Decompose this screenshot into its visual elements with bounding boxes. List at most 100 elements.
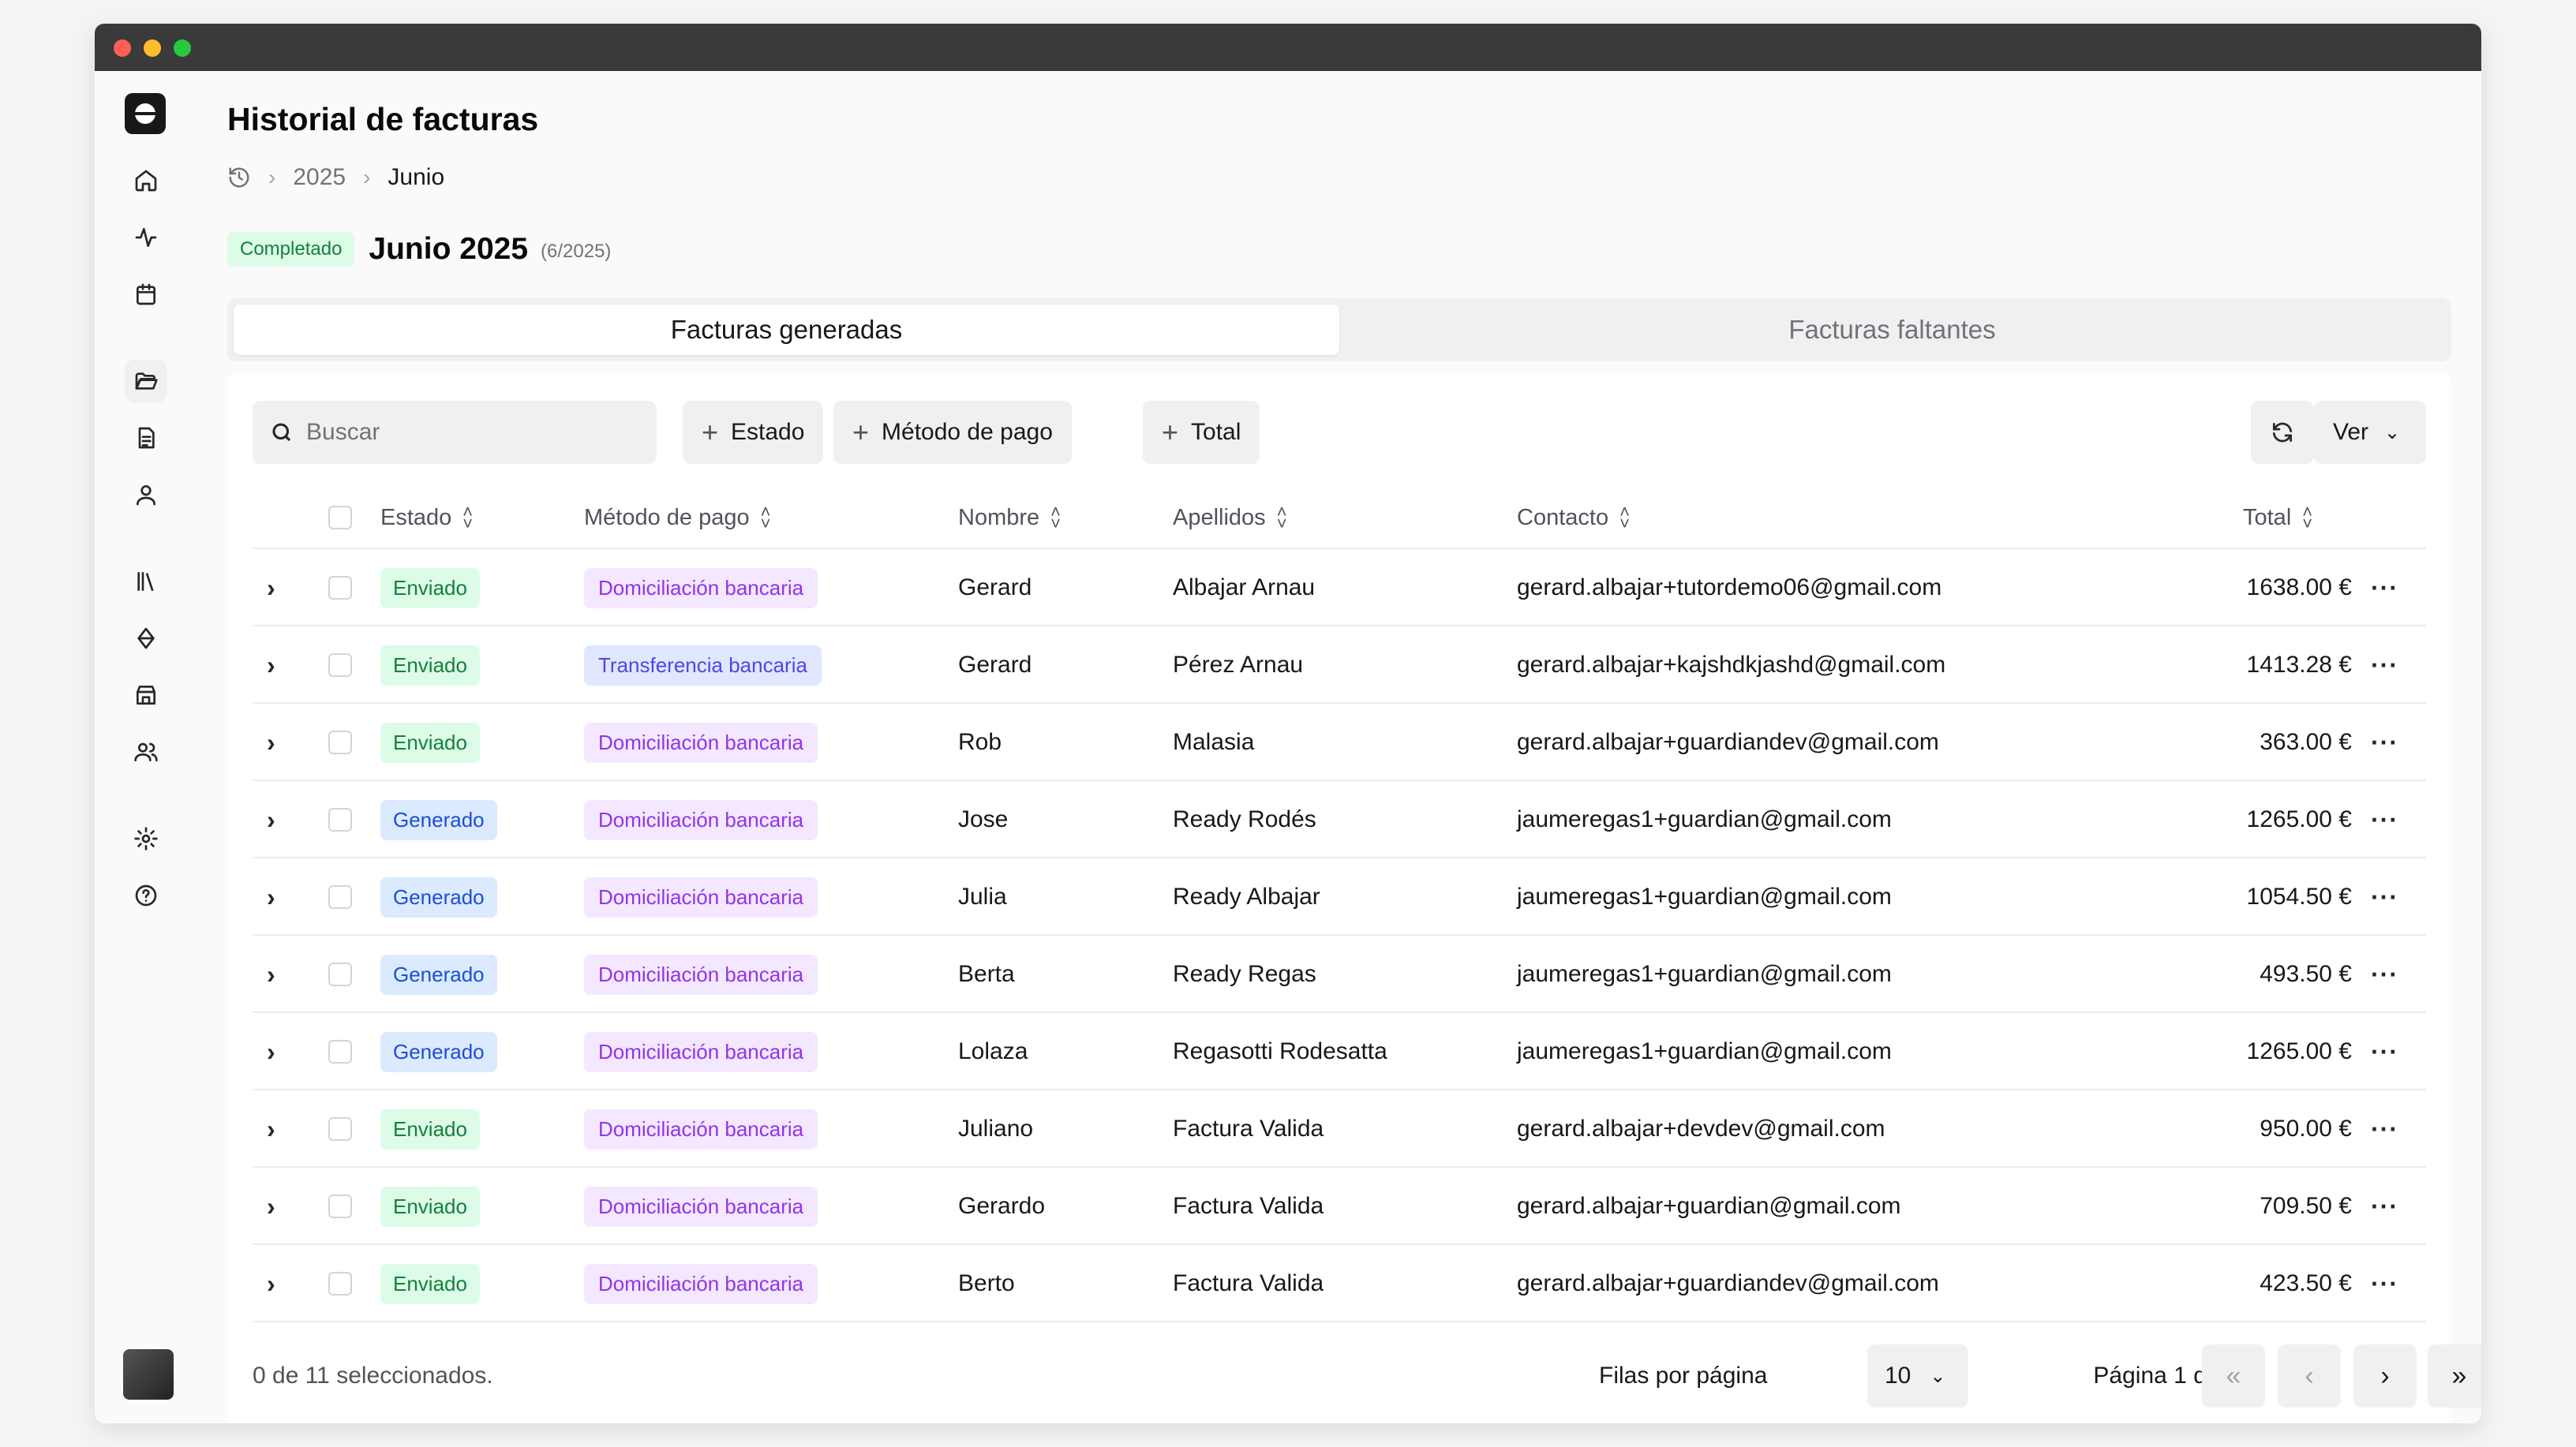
tab-facturas-faltantes[interactable]: Facturas faltantes [1339,305,2445,355]
previous-page-button[interactable]: ‹ [2278,1344,2341,1408]
estado-cell: Enviado [380,704,480,781]
column-header-metodo[interactable]: Método de pago ˄ ˅ [584,486,770,549]
select-all-checkbox[interactable] [328,506,352,529]
table-row[interactable]: › Enviado Domiciliación bancaria Juliano Fac… [253,1090,2426,1168]
app-body: Historial de facturas › 2025 › Junio Com… [95,71,2481,1423]
rows-per-page-select[interactable]: 10 ⌄ [1867,1344,1968,1408]
table-row[interactable]: › Enviado Domiciliación bancaria Gerardo Fac… [253,1168,2426,1245]
table-toolbar: Buscar + Estado + Método de pago + Total [253,401,2426,464]
table-row[interactable]: › Generado Domiciliación bancaria Jose Ready… [253,781,2426,858]
users-icon[interactable] [125,731,167,773]
settings-icon[interactable] [125,817,167,860]
row-actions-button[interactable]: ··· [2371,936,2398,1013]
status-badge: Completado [227,232,355,267]
table-row[interactable]: › Generado Domiciliación bancaria Berta Read… [253,936,2426,1013]
activity-icon[interactable] [125,216,167,259]
table-row[interactable]: › Enviado Domiciliación bancaria Rob Malasia… [253,704,2426,781]
column-header-total[interactable]: Total ˄ ˅ [2243,486,2312,549]
column-header-nombre[interactable]: Nombre ˄ ˅ [958,486,1061,549]
expand-row-button[interactable]: › [267,1168,275,1245]
user-icon[interactable] [125,473,167,516]
expand-row-button[interactable]: › [267,626,275,704]
row-actions-button[interactable]: ··· [2371,1168,2398,1245]
close-window-button[interactable] [114,39,131,57]
chevron-right-icon: › [267,882,275,911]
status-badge: Enviado [380,1186,480,1227]
title-bar [95,24,2481,71]
filter-metodo-button[interactable]: + Método de pago [833,401,1072,464]
next-page-button[interactable]: › [2353,1344,2417,1408]
row-checkbox[interactable] [328,885,352,909]
table-row[interactable]: › Enviado Domiciliación bancaria Berto Factu… [253,1245,2426,1322]
payment-method-badge: Transferencia bancaria [584,645,822,686]
file-text-icon[interactable] [125,417,167,459]
minimize-window-button[interactable] [144,39,161,57]
row-checkbox[interactable] [328,653,352,677]
maximize-window-button[interactable] [174,39,191,57]
expand-row-button[interactable]: › [267,1013,275,1090]
expand-row-button[interactable]: › [267,1245,275,1322]
breadcrumb-year[interactable]: 2025 [293,164,346,191]
view-options-button[interactable]: Ver ⌄ [2314,401,2426,464]
sort-icon: ˄ ˅ [2302,501,2313,533]
expand-row-button[interactable]: › [267,858,275,936]
logo-icon[interactable] [125,93,166,134]
table-row[interactable]: › Generado Domiciliación bancaria Lolaza Reg… [253,1013,2426,1090]
expand-row-button[interactable]: › [267,936,275,1013]
expand-row-button[interactable]: › [267,704,275,781]
refresh-button[interactable] [2251,401,2314,464]
table-row[interactable]: › Generado Domiciliación bancaria Julia Read… [253,858,2426,936]
row-checkbox[interactable] [328,1272,352,1296]
row-actions-button[interactable]: ··· [2371,1013,2398,1090]
expand-row-button[interactable]: › [267,781,275,858]
table-row[interactable]: › Enviado Domiciliación bancaria Gerard Alba… [253,549,2426,626]
filter-total-button[interactable]: + Total [1143,401,1260,464]
column-header-estado[interactable]: Estado ˄ ˅ [380,486,473,549]
last-page-button[interactable]: » [2428,1344,2481,1408]
expand-row-button[interactable]: › [267,549,275,626]
row-actions-button[interactable]: ··· [2371,858,2398,936]
folder-open-icon[interactable] [125,360,167,402]
metodo-cell: Transferencia bancaria [584,626,822,704]
plus-icon: + [1162,416,1179,448]
row-actions-button[interactable]: ··· [2371,1090,2398,1168]
estado-cell: Generado [380,781,497,858]
tab-facturas-generadas[interactable]: Facturas generadas [234,305,1339,355]
filter-estado-button[interactable]: + Estado [683,401,824,464]
first-page-button[interactable]: « [2202,1344,2265,1408]
row-actions-button[interactable]: ··· [2371,781,2398,858]
select-all-cell [328,486,352,549]
total-cell: 1265.00 € [2246,806,2352,832]
row-checkbox[interactable] [328,963,352,986]
column-header-contacto[interactable]: Contacto ˄ ˅ [1517,486,1630,549]
contrast-drop-icon[interactable] [125,617,167,660]
chevron-left-icon: ‹ [2305,1360,2314,1391]
history-icon[interactable] [227,166,251,189]
home-icon[interactable] [125,159,167,202]
chevron-right-icon: › [267,1269,275,1298]
row-checkbox[interactable] [328,1195,352,1218]
table-body: › Enviado Domiciliación bancaria Gerard Alba… [253,549,2426,1322]
row-checkbox[interactable] [328,1040,352,1064]
column-header-apellidos[interactable]: Apellidos ˄ ˅ [1173,486,1287,549]
row-actions-button[interactable]: ··· [2371,549,2398,626]
row-actions-button[interactable]: ··· [2371,704,2398,781]
row-checkbox[interactable] [328,576,352,600]
store-icon[interactable] [125,674,167,716]
row-checkbox[interactable] [328,731,352,754]
metodo-cell: Domiciliación bancaria [584,858,818,936]
payment-method-badge: Domiciliación bancaria [584,1186,818,1227]
calendar-icon[interactable] [125,273,167,316]
plus-icon: + [852,416,870,448]
table-row[interactable]: › Enviado Transferencia bancaria Gerard Pére… [253,626,2426,704]
library-icon[interactable] [125,560,167,603]
row-checkbox[interactable] [328,1117,352,1141]
avatar[interactable] [123,1349,174,1400]
help-circle-icon[interactable] [125,874,167,917]
row-checkbox[interactable] [328,808,352,832]
estado-cell: Generado [380,858,497,936]
row-actions-button[interactable]: ··· [2371,626,2398,704]
expand-row-button[interactable]: › [267,1090,275,1168]
search-input[interactable]: Buscar [253,401,657,464]
row-actions-button[interactable]: ··· [2371,1245,2398,1322]
